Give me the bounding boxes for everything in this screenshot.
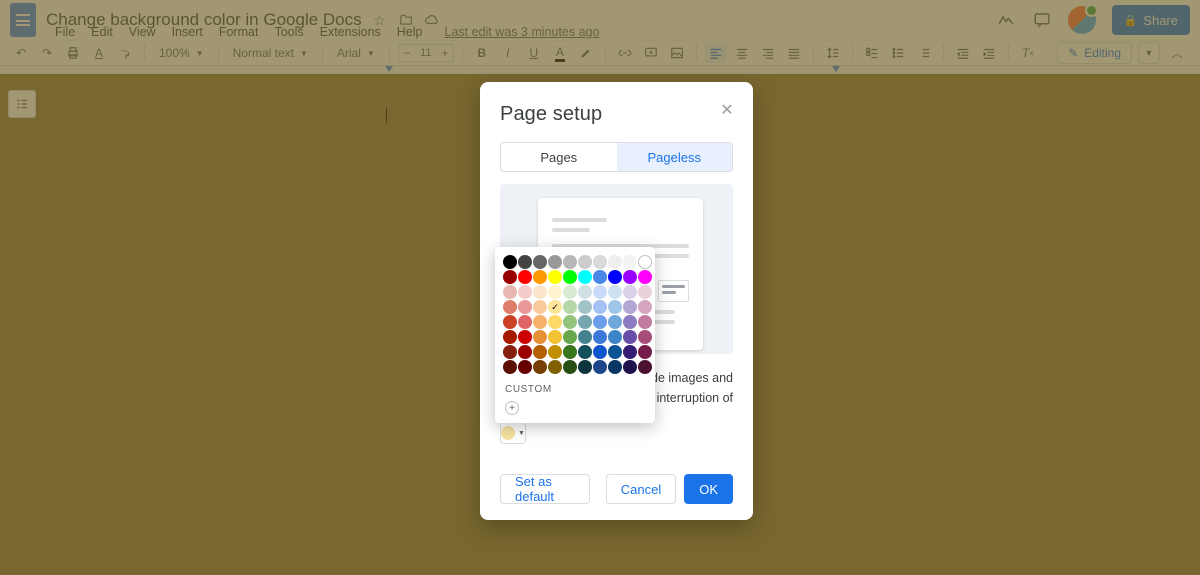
color-swatch[interactable] [548, 300, 562, 314]
color-swatch[interactable] [623, 345, 637, 359]
background-color-button[interactable]: ▼ [500, 422, 526, 444]
color-swatch[interactable] [578, 255, 592, 269]
color-swatch[interactable] [518, 345, 532, 359]
color-swatch[interactable] [518, 315, 532, 329]
color-swatch[interactable] [563, 345, 577, 359]
current-color-swatch [501, 426, 515, 440]
color-swatch[interactable] [503, 315, 517, 329]
color-swatch[interactable] [533, 285, 547, 299]
color-swatch[interactable] [533, 255, 547, 269]
set-default-button[interactable]: Set as default [500, 474, 590, 504]
color-swatch[interactable] [518, 300, 532, 314]
color-swatch[interactable] [608, 345, 622, 359]
color-swatch[interactable] [593, 330, 607, 344]
color-swatch[interactable] [503, 360, 517, 374]
color-swatch[interactable] [548, 360, 562, 374]
dialog-close-button[interactable]: ✕ [717, 100, 737, 120]
color-swatch[interactable] [563, 270, 577, 284]
color-swatch[interactable] [608, 255, 622, 269]
color-swatch[interactable] [578, 285, 592, 299]
color-swatch[interactable] [608, 315, 622, 329]
color-swatch[interactable] [563, 360, 577, 374]
color-swatch[interactable] [623, 360, 637, 374]
color-swatch[interactable] [608, 285, 622, 299]
color-swatch[interactable] [638, 345, 652, 359]
add-custom-color-button[interactable]: + [505, 401, 519, 415]
color-swatch[interactable] [503, 270, 517, 284]
cancel-button[interactable]: Cancel [606, 474, 676, 504]
color-swatch[interactable] [608, 360, 622, 374]
color-swatch[interactable] [623, 315, 637, 329]
tab-pageless[interactable]: Pageless [617, 143, 733, 171]
color-swatch[interactable] [623, 255, 637, 269]
color-swatch[interactable] [593, 315, 607, 329]
color-swatch[interactable] [548, 345, 562, 359]
color-swatch[interactable] [518, 360, 532, 374]
color-swatch[interactable] [638, 285, 652, 299]
color-swatch[interactable] [548, 270, 562, 284]
color-swatch[interactable] [638, 255, 652, 269]
color-swatch[interactable] [533, 300, 547, 314]
color-swatch[interactable] [578, 315, 592, 329]
color-swatch[interactable] [623, 300, 637, 314]
color-swatch[interactable] [548, 285, 562, 299]
color-swatch[interactable] [578, 360, 592, 374]
color-swatch[interactable] [548, 315, 562, 329]
color-swatch[interactable] [563, 315, 577, 329]
color-swatch[interactable] [593, 345, 607, 359]
color-swatch[interactable] [623, 330, 637, 344]
color-swatch[interactable] [563, 255, 577, 269]
color-swatch[interactable] [638, 360, 652, 374]
color-swatch[interactable] [638, 330, 652, 344]
dialog-title: Page setup [500, 102, 733, 126]
color-swatch[interactable] [533, 360, 547, 374]
color-swatch[interactable] [533, 330, 547, 344]
chevron-down-icon: ▼ [518, 430, 525, 437]
color-swatch[interactable] [593, 270, 607, 284]
color-swatch[interactable] [533, 345, 547, 359]
color-swatch[interactable] [503, 345, 517, 359]
tab-pages[interactable]: Pages [501, 143, 617, 171]
color-picker-popover: CUSTOM + [495, 247, 655, 423]
color-swatch[interactable] [593, 360, 607, 374]
color-swatch[interactable] [608, 270, 622, 284]
color-swatch[interactable] [503, 285, 517, 299]
color-swatch[interactable] [578, 330, 592, 344]
color-swatch[interactable] [548, 330, 562, 344]
color-swatch[interactable] [608, 330, 622, 344]
color-swatch[interactable] [578, 345, 592, 359]
color-swatch[interactable] [518, 270, 532, 284]
color-swatch[interactable] [548, 255, 562, 269]
color-swatch[interactable] [623, 270, 637, 284]
color-swatch[interactable] [578, 300, 592, 314]
color-swatch[interactable] [533, 270, 547, 284]
dialog-tabs: Pages Pageless [500, 142, 733, 172]
color-swatch[interactable] [503, 300, 517, 314]
color-swatch[interactable] [518, 330, 532, 344]
color-swatch[interactable] [593, 300, 607, 314]
color-swatch[interactable] [503, 255, 517, 269]
color-swatch[interactable] [578, 270, 592, 284]
color-swatch[interactable] [563, 300, 577, 314]
color-swatch[interactable] [563, 285, 577, 299]
color-swatch[interactable] [563, 330, 577, 344]
color-swatch[interactable] [608, 300, 622, 314]
color-swatch[interactable] [533, 315, 547, 329]
color-swatch[interactable] [638, 270, 652, 284]
ok-button[interactable]: OK [684, 474, 733, 504]
color-swatch[interactable] [638, 300, 652, 314]
color-swatch[interactable] [593, 255, 607, 269]
color-swatch[interactable] [518, 285, 532, 299]
custom-section-label: CUSTOM [505, 384, 647, 395]
color-swatch[interactable] [593, 285, 607, 299]
color-swatch[interactable] [518, 255, 532, 269]
color-swatch[interactable] [623, 285, 637, 299]
color-swatch[interactable] [503, 330, 517, 344]
color-grid [503, 255, 647, 374]
color-swatch[interactable] [638, 315, 652, 329]
